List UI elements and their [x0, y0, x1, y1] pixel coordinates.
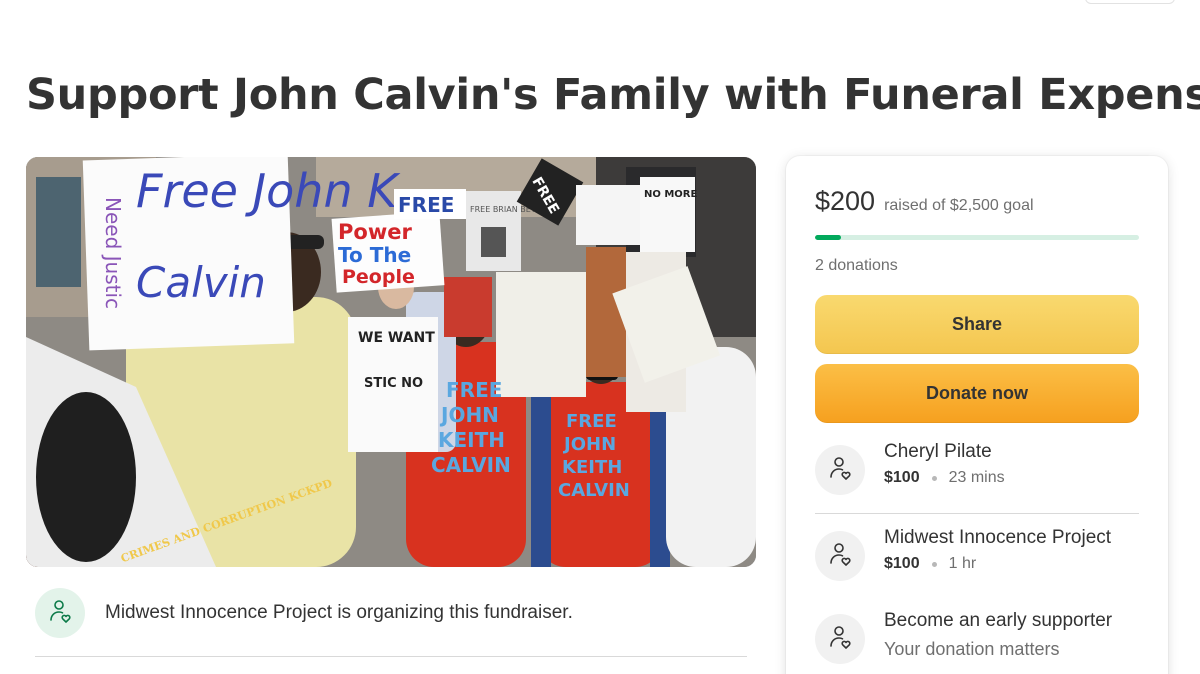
early-supporter-subtitle: Your donation matters	[884, 639, 1060, 659]
donor-item: Cheryl Pilate $100 23 mins	[815, 441, 1139, 505]
sign-newspaper	[576, 185, 641, 245]
sign-text-no-more: NO MORE	[644, 189, 698, 200]
sign-text-need-justice: Need Justic	[101, 197, 125, 309]
shirt2-line1: FREE	[566, 411, 617, 432]
person-heart-icon	[827, 624, 853, 655]
donor-amount: $100	[884, 469, 920, 486]
newspaper-center	[496, 272, 586, 397]
donor-time: 23 mins	[948, 469, 1005, 486]
share-button[interactable]: Share	[815, 295, 1139, 354]
shirt1-line3: KEITH	[438, 428, 505, 452]
donor-meta: $100 23 mins	[884, 469, 1005, 487]
sign-text-power: Power	[338, 220, 412, 244]
shirt1-line2: JOHN	[439, 403, 499, 427]
progress-fill	[815, 235, 841, 240]
donate-now-button[interactable]: Donate now	[815, 364, 1139, 423]
donor-name: Midwest Innocence Project	[884, 527, 1112, 548]
divider	[35, 656, 747, 657]
donor-time: 1 hr	[948, 555, 977, 572]
shirt2-line4: CALVIN	[558, 480, 630, 501]
donor-name: Cheryl Pilate	[884, 441, 992, 462]
organizer-text: Midwest Innocence Project is organizing …	[105, 602, 573, 623]
sign-text-free-blue: FREE	[398, 193, 454, 217]
shirt1-line1: FREE	[446, 378, 502, 402]
donor-avatar	[815, 445, 865, 495]
person-heart-icon	[827, 455, 853, 486]
raised-summary: $200 raised of $2,500 goal	[815, 186, 1034, 217]
separator-dot	[931, 561, 937, 567]
donation-count: 2 donations	[815, 257, 898, 274]
person-heart-icon	[47, 598, 73, 629]
raised-amount: $200	[815, 186, 876, 216]
donor-avatar	[815, 531, 865, 581]
organizer-avatar	[35, 588, 85, 638]
progress-bar	[815, 235, 1139, 240]
donor-avatar	[815, 614, 865, 664]
fundraiser-page: Support John Calvin's Family with Funera…	[0, 0, 1200, 674]
organizer-row[interactable]: Midwest Innocence Project is organizing …	[35, 588, 573, 638]
sign-text-to-the: To The	[338, 243, 411, 267]
sign-text-free-johnk: Free John K.	[136, 164, 412, 218]
sign-text-people: People	[342, 266, 415, 288]
early-supporter-item: Become an early supporter Your donation …	[815, 610, 1139, 674]
shirt2-line2: JOHN	[562, 434, 616, 455]
donor-amount: $100	[884, 555, 920, 572]
person-heart-icon	[827, 541, 853, 572]
page-title: Support John Calvin's Family with Funera…	[26, 70, 1200, 120]
separator-dot	[931, 475, 937, 481]
early-supporter-title: Become an early supporter	[884, 610, 1113, 631]
header-button-edge[interactable]	[1085, 0, 1175, 4]
sign-text-justice: STIC NO	[364, 376, 423, 391]
shirt1-line4: CALVIN	[431, 453, 511, 477]
divider	[815, 513, 1139, 514]
sign-text-calvin: Calvin	[136, 258, 266, 307]
hero-illustration: Free John K. Calvin Need Justic Power To…	[26, 157, 756, 567]
shirt2-line3: KEITH	[562, 457, 622, 478]
raised-goal: raised of $2,500 goal	[884, 197, 1034, 214]
sign-text-we-want: WE WANT	[358, 330, 435, 346]
hero-photo: Free John K. Calvin Need Justic Power To…	[26, 157, 756, 567]
donor-item: Midwest Innocence Project $100 1 hr	[815, 527, 1139, 591]
donor-meta: $100 1 hr	[884, 555, 976, 573]
donation-card: $200 raised of $2,500 goal 2 donations S…	[786, 156, 1168, 674]
